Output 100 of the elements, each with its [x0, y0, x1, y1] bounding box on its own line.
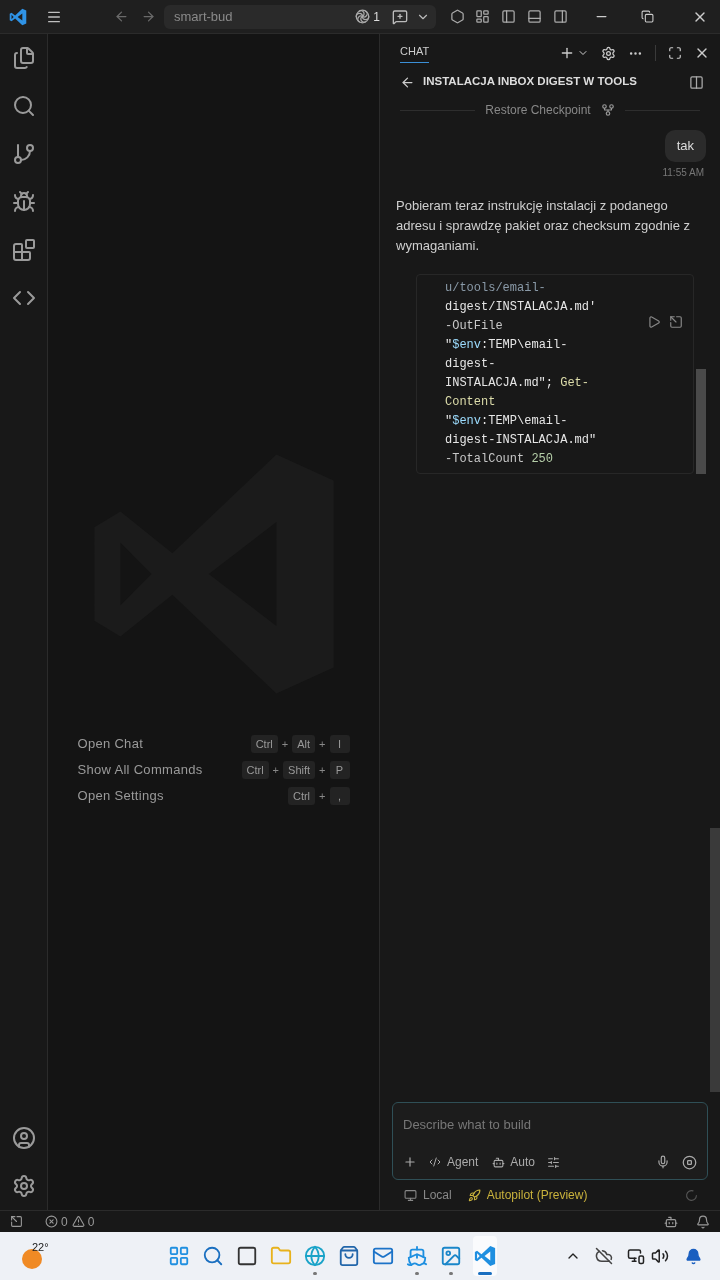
message-time: 11:55 AM	[662, 165, 704, 180]
mode-selector[interactable]: Agent	[447, 1153, 479, 1171]
key-cap: I	[329, 735, 350, 753]
new-chat-icon[interactable]	[559, 45, 575, 61]
source-control-icon[interactable]	[11, 142, 36, 166]
code-line: -TotalCount 250	[445, 450, 554, 468]
layout-icon[interactable]	[475, 9, 490, 24]
split-view-icon[interactable]	[689, 74, 704, 90]
key-cap: Ctrl	[287, 787, 316, 805]
code-line: -OutFile	[445, 317, 503, 335]
running-indicator	[312, 1272, 317, 1275]
run-debug-icon[interactable]	[11, 190, 36, 214]
notification-icon[interactable]	[685, 1247, 702, 1265]
stop-icon[interactable]	[682, 1154, 697, 1170]
scrollbar[interactable]	[696, 368, 706, 474]
plus-sign: +	[281, 736, 289, 752]
left-panel-icon[interactable]	[501, 9, 516, 24]
volume-icon[interactable]	[651, 1247, 669, 1265]
plus-sign: +	[319, 762, 326, 778]
code-line: INSTALACJA.md"; Get-	[445, 374, 590, 392]
assistant-message: Pobieram teraz instrukcję instalacji z podanego adresu i sprawdzę pakiet oraz checksum zgodnie z wymaganiami.	[395, 196, 692, 255]
plus-sign: +	[319, 788, 326, 804]
shortcut-label[interactable]: Open Settings	[77, 786, 288, 806]
windows-start-icon[interactable]	[167, 1245, 190, 1267]
add-icon[interactable]	[403, 1155, 417, 1169]
error-icon	[45, 1215, 58, 1228]
extensions-icon[interactable]	[11, 238, 36, 262]
explorer-icon[interactable]	[11, 46, 36, 70]
code-line: "$env:TEMP\email-	[445, 412, 568, 430]
loading-icon	[685, 1188, 698, 1202]
chat-title: INSTALACJA INBOX DIGEST W TOOLS	[423, 74, 638, 90]
run-icon[interactable]	[647, 314, 661, 329]
restore-checkpoint-link[interactable]: Restore Checkpoint	[485, 101, 591, 119]
temperature: 22°	[32, 1240, 49, 1255]
warning-count[interactable]: 0	[87, 1212, 95, 1231]
settings-icon[interactable]	[601, 45, 616, 61]
robot-icon	[492, 1155, 506, 1169]
restore-icon[interactable]	[641, 10, 654, 23]
code-icon	[429, 1156, 441, 1168]
error-count[interactable]: 0	[61, 1212, 68, 1231]
key-cap: Shift	[283, 761, 316, 779]
key-cap: Alt	[292, 735, 316, 753]
key-cap: Ctrl	[250, 735, 278, 753]
task-view-icon[interactable]	[235, 1245, 258, 1267]
account-icon[interactable]	[11, 1126, 36, 1150]
code-line: "$env:TEMP\email-	[445, 336, 568, 354]
bottom-panel-icon[interactable]	[527, 9, 542, 24]
shortcut-label[interactable]: Show All Commands	[77, 760, 242, 780]
chat-input-box[interactable]: Describe what to build Agent Auto	[392, 1102, 708, 1180]
running-indicator	[477, 1272, 492, 1275]
sliders-icon[interactable]	[547, 1155, 561, 1169]
right-panel-icon[interactable]	[553, 9, 568, 24]
taskbar-app[interactable]	[472, 1236, 497, 1276]
mail-icon[interactable]	[371, 1245, 394, 1267]
code-line: u/tools/email-	[445, 279, 546, 297]
model-selector[interactable]: Auto	[510, 1153, 536, 1171]
running-indicator	[448, 1272, 453, 1275]
cloud-off-icon[interactable]	[595, 1247, 613, 1265]
browser-icon[interactable]	[303, 1245, 326, 1267]
remote-icon[interactable]	[10, 1215, 23, 1228]
workspace-name: smart-bud	[174, 7, 234, 26]
store-icon[interactable]	[337, 1245, 360, 1267]
monitor-icon	[404, 1188, 417, 1202]
command-center[interactable]: smart-bud 1	[164, 4, 436, 29]
autopilot-label[interactable]: Autopilot (Preview)	[486, 1186, 588, 1204]
copilot-icon[interactable]	[664, 1214, 678, 1229]
fork-icon[interactable]	[600, 103, 615, 117]
chat-tab[interactable]: CHAT	[400, 43, 430, 63]
image-icon[interactable]	[439, 1245, 462, 1267]
maximize-icon[interactable]	[668, 46, 682, 60]
session-count: 1	[373, 8, 380, 26]
key-cap: ,	[329, 787, 350, 805]
location-label[interactable]: Local	[423, 1186, 452, 1204]
network-icon[interactable]	[627, 1247, 645, 1265]
progress-circle-icon	[355, 9, 371, 24]
code-line: Content	[445, 393, 496, 411]
back-icon[interactable]	[400, 74, 415, 90]
weather-sun-icon[interactable]	[22, 1249, 42, 1269]
forward-icon[interactable]	[141, 9, 156, 24]
shortcut-label[interactable]: Open Chat	[77, 734, 251, 754]
plus-sign: +	[319, 736, 326, 752]
code-line: digest/INSTALACJA.md'	[445, 298, 597, 316]
key-cap: P	[329, 761, 350, 779]
microphone-icon[interactable]	[656, 1155, 670, 1169]
code-line: digest-	[445, 355, 496, 373]
settings-icon[interactable]	[11, 1174, 36, 1198]
panel-scrollbar[interactable]	[710, 828, 720, 1092]
code-line: digest-INSTALACJA.md"	[445, 431, 597, 449]
prompt-input[interactable]: Describe what to build	[403, 1113, 697, 1135]
search-icon[interactable]	[201, 1245, 224, 1267]
search-icon[interactable]	[11, 94, 36, 118]
notification-icon[interactable]	[696, 1214, 710, 1229]
key-cap: Ctrl	[241, 761, 269, 779]
running-indicator	[414, 1272, 419, 1275]
hexagon-icon[interactable]	[450, 9, 465, 24]
plus-sign: +	[272, 762, 280, 778]
rocket-icon	[467, 1188, 481, 1202]
user-message: tak	[664, 130, 706, 162]
warning-icon	[71, 1215, 85, 1228]
insert-icon[interactable]	[669, 314, 683, 329]
